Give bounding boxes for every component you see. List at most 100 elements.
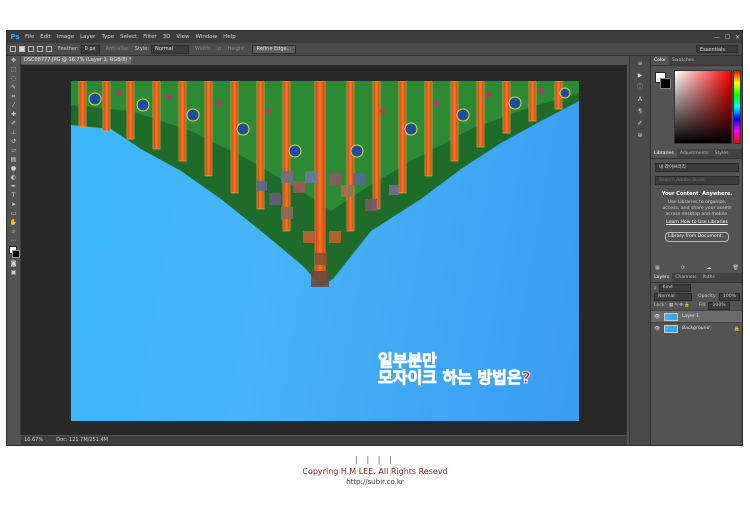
quick-mask-icon[interactable]: ◙ <box>9 260 18 267</box>
feather-label: Feather: <box>58 46 79 52</box>
document-tab[interactable]: DSC08777.JPG @ 16.7% (Layer 1, RGB/8) * <box>21 56 132 64</box>
screen-mode-icon[interactable]: ▣ <box>9 269 18 276</box>
new-selection-icon[interactable] <box>19 46 25 52</box>
learn-libraries-link[interactable]: Learn How to Use Libraries <box>651 220 742 225</box>
quick-select-tool-icon[interactable]: ✎ <box>9 84 18 91</box>
tab-layers[interactable]: Layers <box>651 273 673 282</box>
window-controls: — ☐ ✕ <box>714 31 740 43</box>
tab-libraries[interactable]: Libraries <box>651 149 677 158</box>
background-color-swatch[interactable] <box>660 78 671 89</box>
right-panels: Color Swatches Libraries Adjustments Sty… <box>650 56 742 445</box>
path-select-tool-icon[interactable]: ➤ <box>9 201 18 208</box>
clone-source-icon[interactable]: ⊕ <box>634 132 646 140</box>
libraries-description: Use Libraries to organize, access, and s… <box>662 200 732 217</box>
info-panel-icon[interactable]: ⓘ <box>634 84 646 92</box>
more-tools-icon[interactable]: ⋯ <box>9 237 18 244</box>
menu-layer[interactable]: Layer <box>80 34 95 40</box>
swap-icon[interactable]: ⇄ <box>217 46 221 52</box>
layer-row-layer-1[interactable]: 👁 Layer 1 <box>651 310 742 322</box>
opacity-label: Opacity: <box>697 294 717 299</box>
history-brush-tool-icon[interactable]: ↺ <box>9 138 18 145</box>
type-tool-icon[interactable]: T <box>9 192 18 199</box>
library-from-document-button[interactable]: Library from Document... <box>665 232 729 242</box>
pen-tool-icon[interactable]: ✒ <box>9 183 18 190</box>
lasso-tool-icon[interactable]: ◌ <box>9 75 18 82</box>
menu-3d[interactable]: 3D <box>163 34 171 40</box>
zoom-level[interactable]: 16.67% <box>24 436 43 445</box>
feather-input[interactable]: 0 px <box>80 44 100 54</box>
tab-channels[interactable]: Channels <box>672 275 699 280</box>
tab-swatches[interactable]: Swatches <box>669 58 697 63</box>
maximize-button[interactable]: ☐ <box>725 34 730 41</box>
menu-image[interactable]: Image <box>57 34 74 40</box>
tab-adjustments[interactable]: Adjustments <box>677 151 712 156</box>
style-select[interactable]: Normal <box>151 44 190 54</box>
options-bar: Feather: 0 px Anti-alias Style: Normal W… <box>7 43 742 56</box>
antialias-checkbox[interactable]: Anti-alias <box>106 46 129 52</box>
lock-icons[interactable]: ▦✎✥🔒 <box>669 303 691 308</box>
lock-label: Lock: <box>654 303 667 308</box>
hue-slider[interactable] <box>733 70 741 144</box>
fill-input[interactable]: 100% <box>708 301 730 310</box>
layers-panel-tabs: Layers Channels Paths <box>651 273 742 283</box>
clone-stamp-tool-icon[interactable]: ⊥ <box>9 129 18 136</box>
healing-tool-icon[interactable]: ✚ <box>9 111 18 118</box>
add-content-icon[interactable]: ▦ <box>655 265 660 271</box>
subtract-selection-icon[interactable] <box>37 46 43 52</box>
menu-file[interactable]: File <box>25 34 34 40</box>
tab-paths[interactable]: Paths <box>699 275 718 280</box>
zoom-tool-icon[interactable]: ⌕ <box>9 228 18 235</box>
move-tool-icon[interactable]: ✥ <box>9 57 18 64</box>
menu-view[interactable]: View <box>176 34 189 40</box>
refine-edge-button[interactable]: Refine Edge... <box>251 44 297 54</box>
shape-tool-icon[interactable]: ▭ <box>9 210 18 217</box>
tools-panel: ✥ ⬚ ◌ ✎ ⌗ ⁄ ✚ ✐ ⊥ ↺ ▱ ▤ ● ◐ ✒ T ➤ ▭ ✋ ⌕ … <box>7 56 21 435</box>
layer-row-background[interactable]: 👁 Background 🔒 <box>651 322 742 334</box>
paragraph-panel-icon[interactable]: ¶ <box>634 108 646 116</box>
blur-tool-icon[interactable]: ● <box>9 165 18 172</box>
site-url[interactable]: http://subir.co.kr <box>0 478 750 486</box>
brush-panel-icon[interactable]: ✐ <box>634 120 646 128</box>
layer-filter-row: ⌕ Kind <box>651 283 742 292</box>
trash-icon[interactable]: 🗑 <box>733 265 739 271</box>
play-actions-icon[interactable]: ▶ <box>634 72 646 80</box>
workspace-select[interactable]: Essentials <box>696 45 738 53</box>
eye-icon[interactable]: 👁 <box>654 326 660 332</box>
crop-tool-icon[interactable]: ⌗ <box>9 93 18 100</box>
eyedropper-tool-icon[interactable]: ⁄ <box>9 102 18 109</box>
libraries-footer: ▦ ⟳ ☁ 🗑 <box>655 265 739 271</box>
add-selection-icon[interactable] <box>28 46 34 52</box>
marquee-preset-icon[interactable] <box>10 46 16 52</box>
brush-tool-icon[interactable]: ✐ <box>9 120 18 127</box>
kind-filter-select[interactable]: Kind <box>658 283 691 292</box>
dodge-tool-icon[interactable]: ◐ <box>9 174 18 181</box>
menu-window[interactable]: Window <box>195 34 217 40</box>
menu-help[interactable]: Help <box>223 34 236 40</box>
character-panel-icon[interactable]: A <box>634 96 646 104</box>
marquee-tool-icon[interactable]: ⬚ <box>9 66 18 73</box>
image-canvas[interactable]: 일부분만 모자이크 하는 방법은? <box>71 81 579 421</box>
menu-filter[interactable]: Filter <box>143 34 157 40</box>
menu-select[interactable]: Select <box>120 34 137 40</box>
color-panel <box>651 66 742 149</box>
cloud-icon[interactable]: ☁ <box>706 265 711 271</box>
eraser-tool-icon[interactable]: ▱ <box>9 147 18 154</box>
color-swatches-icon[interactable] <box>9 246 20 258</box>
hand-tool-icon[interactable]: ✋ <box>9 219 18 226</box>
opacity-input[interactable]: 100% <box>718 292 740 301</box>
intersect-selection-icon[interactable] <box>46 46 52 52</box>
menu-edit[interactable]: Edit <box>40 34 51 40</box>
menu-type[interactable]: Type <box>101 34 114 40</box>
sync-icon[interactable]: ⟳ <box>681 265 685 271</box>
history-panel-icon[interactable]: ≡ <box>634 60 646 68</box>
eye-icon[interactable]: 👁 <box>654 314 660 320</box>
library-select[interactable]: 내 라이브러리 <box>655 163 739 172</box>
tab-color[interactable]: Color <box>651 56 669 65</box>
stock-search-input[interactable]: Search Adobe Stock <box>655 176 739 185</box>
minimize-button[interactable]: — <box>714 34 720 41</box>
close-button[interactable]: ✕ <box>735 34 740 41</box>
tab-styles[interactable]: Styles <box>712 151 732 156</box>
blend-mode-select[interactable]: Normal <box>654 292 692 301</box>
color-spectrum[interactable] <box>674 70 732 144</box>
gradient-tool-icon[interactable]: ▤ <box>9 156 18 163</box>
